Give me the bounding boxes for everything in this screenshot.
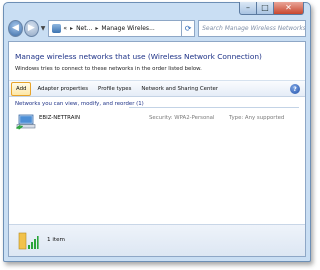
window-controls: – □ ✕ — [239, 2, 304, 15]
minimize-button[interactable]: – — [239, 2, 257, 15]
wireless-network-icon — [16, 114, 36, 130]
network-type: Type: Any supported — [229, 115, 285, 121]
breadcrumb-overflow[interactable]: « — [63, 25, 67, 32]
close-button[interactable]: ✕ — [274, 2, 304, 15]
breadcrumb-separator[interactable]: ▸ — [95, 25, 98, 32]
page-title: Manage wireless networks that use (Wirel… — [15, 52, 262, 61]
network-name: EBIZ-NETTRAIN — [39, 115, 81, 121]
breadcrumb-separator[interactable]: ▸ — [70, 25, 73, 32]
address-bar[interactable]: « ▸ Net... ▸ Manage Wireles... — [48, 19, 183, 37]
breadcrumb-item-manage-wireless[interactable]: Manage Wireles... — [101, 25, 154, 32]
add-button[interactable]: Add — [11, 81, 32, 96]
forward-button[interactable]: ▶ — [23, 19, 39, 37]
command-bar: Add Adapter properties Profile types Net… — [9, 80, 305, 97]
recent-pages-dropdown[interactable]: ▼ — [41, 25, 46, 32]
network-sharing-center-button[interactable]: Network and Sharing Center — [136, 82, 223, 96]
group-divider — [129, 107, 299, 108]
list-item[interactable]: EBIZ-NETTRAIN Security: WPA2-Personal Ty… — [9, 110, 305, 132]
page-subtitle: Windows tries to connect to these networ… — [15, 66, 202, 72]
back-button[interactable]: ◀ — [8, 19, 23, 37]
search-placeholder: Search Manage Wireless Networks — [202, 24, 306, 32]
breadcrumb-item-network[interactable]: Net... — [76, 25, 92, 32]
control-panel-icon — [52, 23, 62, 33]
group-header[interactable]: Networks you can view, modify, and reord… — [15, 101, 144, 107]
profile-types-button[interactable]: Profile types — [93, 82, 136, 96]
window: – □ ✕ ◀ ▶ ▼ « ▸ Net... ▸ Manage Wireles.… — [3, 2, 311, 262]
navigation-bar: ◀ ▶ ▼ « ▸ Net... ▸ Manage Wireles... ⟳ S… — [8, 18, 307, 38]
details-pane: 1 item — [9, 224, 305, 256]
maximize-button[interactable]: □ — [257, 2, 274, 15]
search-input[interactable]: Search Manage Wireless Networks ⌕ — [198, 19, 307, 37]
item-count: 1 item — [47, 237, 65, 243]
main-content: Manage wireless networks that use (Wirel… — [8, 41, 306, 257]
wireless-signal-icon — [18, 232, 39, 250]
refresh-button[interactable]: ⟳ — [182, 19, 196, 37]
network-security: Security: WPA2-Personal — [149, 115, 215, 121]
adapter-properties-button[interactable]: Adapter properties — [32, 82, 93, 96]
help-icon[interactable]: ? — [290, 84, 300, 94]
